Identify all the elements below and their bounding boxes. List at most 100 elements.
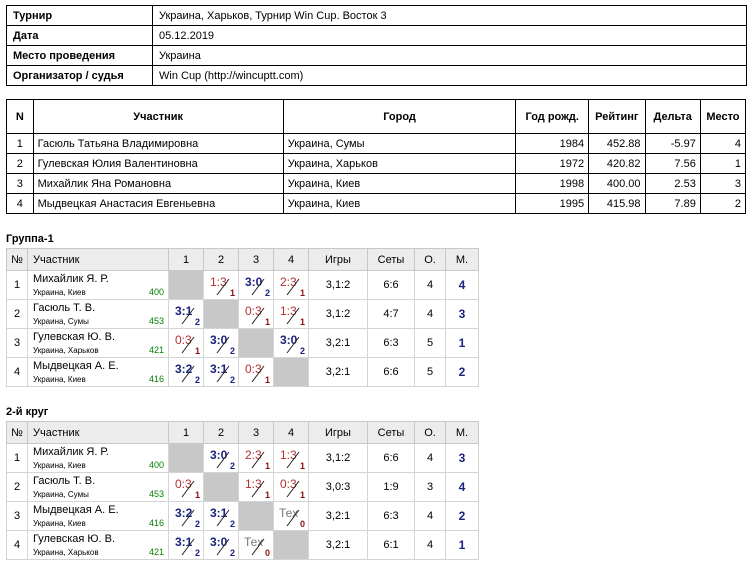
match-result-cell: 0:3 1 xyxy=(238,357,274,387)
col-header-city: Город xyxy=(282,99,517,134)
player-city: Украина, Сумы xyxy=(33,317,89,326)
match-result-cell: 3:0 2 xyxy=(203,328,239,358)
participant-number: 1 xyxy=(6,133,34,154)
sets-result: 6:3 xyxy=(367,328,415,358)
table-row: 2 Гасюль Т. В. Украина, Сумы 453 0:3 1 1:3 1 0:3… xyxy=(6,472,479,502)
match-points: 0 xyxy=(299,519,305,529)
row-number: 3 xyxy=(6,328,28,358)
info-key: Турнир xyxy=(6,5,153,26)
col-header-1: 1 xyxy=(168,421,204,444)
col-header-delta: Дельта xyxy=(644,99,701,134)
participant-rating: 420.82 xyxy=(588,153,646,174)
participant-delta: 7.89 xyxy=(644,193,701,214)
participant-name: Гулевская Юлия Валентиновна xyxy=(32,153,284,174)
participant-name: Гасюль Татьяна Владимировна xyxy=(32,133,284,154)
table-row: 4 Мыдвецкая А. Е. Украина, Киев 416 3:2 2 3:1 2… xyxy=(6,357,479,387)
sets-result: 6:6 xyxy=(367,443,415,473)
match-points: 2 xyxy=(229,461,235,471)
participant-city: Украина, Киев xyxy=(282,193,517,214)
info-value: Win Cup (http://wincuptt.com) xyxy=(152,65,747,86)
player-city: Украина, Сумы xyxy=(33,490,89,499)
table-row: 4 Мыдвецкая Анастасия Евгеньевна Украина, … xyxy=(6,193,747,214)
points-result: 4 xyxy=(414,270,446,300)
participant-city: Украина, Сумы xyxy=(282,133,517,154)
match-result-cell: 3:0 2 xyxy=(238,270,274,300)
match-result-cell: 1:3 1 xyxy=(238,472,274,502)
group-title: Группа-1 xyxy=(6,233,54,245)
row-number: 4 xyxy=(6,357,28,387)
slash-divider xyxy=(251,365,265,383)
slash-divider xyxy=(286,278,300,296)
match-points: 2 xyxy=(194,519,200,529)
slash-divider xyxy=(216,336,230,354)
match-result-cell: 1:3 1 xyxy=(273,443,309,473)
match-points: 2 xyxy=(194,317,200,327)
table-row: 1 Михайлик Я. Р. Украина, Киев 400 1:3 1 3:0 2 2… xyxy=(6,270,479,300)
sets-result: 6:1 xyxy=(367,530,415,560)
match-result-cell: 3:0 2 xyxy=(203,443,239,473)
slash-divider xyxy=(251,451,265,469)
match-points: 1 xyxy=(264,461,270,471)
match-result-cell: 0:3 1 xyxy=(168,472,204,502)
player-name: Мыдвецкая А. Е. xyxy=(33,360,119,372)
match-points: 1 xyxy=(299,490,305,500)
player-rating: 421 xyxy=(148,345,164,355)
col-header-participant: Участник xyxy=(27,421,169,444)
participant-rating: 400.00 xyxy=(588,173,646,194)
player-name: Мыдвецкая А. Е. xyxy=(33,504,119,516)
col-header-4: 4 xyxy=(273,421,309,444)
slash-divider xyxy=(181,480,195,498)
participant-year: 1995 xyxy=(515,193,590,214)
self-match-cell xyxy=(273,357,309,387)
match-result-cell: 3:0 2 xyxy=(273,328,309,358)
sets-result: 1:9 xyxy=(367,472,415,502)
match-result-cell: Тех 0 xyxy=(273,501,309,531)
player-rating: 400 xyxy=(148,287,164,297)
group-table-2: № Участник 1 2 3 4 Игры Сеты О. М. 1 Миха… xyxy=(6,421,479,560)
player-name: Гулевская Ю. В. xyxy=(33,331,116,343)
col-header-rating: Рейтинг xyxy=(588,99,646,134)
points-result: 4 xyxy=(414,299,446,329)
match-result-cell: 1:3 1 xyxy=(273,299,309,329)
col-header-n: N xyxy=(6,99,34,134)
row-number: 1 xyxy=(6,443,28,473)
match-points: 1 xyxy=(194,490,200,500)
slash-divider xyxy=(286,307,300,325)
sets-result: 4:7 xyxy=(367,299,415,329)
col-header-4: 4 xyxy=(273,248,309,271)
col-header-points: О. xyxy=(414,421,446,444)
participant-number: 2 xyxy=(6,153,34,174)
participant-place: 1 xyxy=(699,153,747,174)
place-result: 2 xyxy=(445,357,479,387)
col-header-num: № xyxy=(6,421,28,444)
player-cell: Мыдвецкая А. Е. Украина, Киев 416 xyxy=(27,357,169,387)
slash-divider xyxy=(286,451,300,469)
games-result: 3,2:1 xyxy=(308,357,368,387)
participant-rating: 415.98 xyxy=(588,193,646,214)
info-value: 05.12.2019 xyxy=(152,25,747,46)
col-header-games: Игры xyxy=(308,421,368,444)
match-points: 1 xyxy=(229,288,235,298)
slash-divider xyxy=(286,336,300,354)
place-result: 4 xyxy=(445,472,479,502)
games-result: 3,1:2 xyxy=(308,270,368,300)
col-header-1: 1 xyxy=(168,248,204,271)
tournament-info-table: Турнир Украина, Харьков, Турнир Win Cup.… xyxy=(6,5,747,86)
games-result: 3,2:1 xyxy=(308,530,368,560)
slash-divider xyxy=(216,278,230,296)
points-result: 4 xyxy=(414,443,446,473)
match-points: 2 xyxy=(229,346,235,356)
slash-divider xyxy=(286,509,300,527)
info-row: Организатор / судья Win Cup (http://winc… xyxy=(6,65,747,86)
match-points: 2 xyxy=(194,375,200,385)
match-result-cell: 0:3 1 xyxy=(168,328,204,358)
participant-place: 2 xyxy=(699,193,747,214)
col-header-place: М. xyxy=(445,421,479,444)
info-row: Турнир Украина, Харьков, Турнир Win Cup.… xyxy=(6,5,747,26)
slash-divider xyxy=(251,278,265,296)
row-number: 1 xyxy=(6,270,28,300)
col-header-sets: Сеты xyxy=(367,248,415,271)
player-cell: Гасюль Т. В. Украина, Сумы 453 xyxy=(27,299,169,329)
self-match-cell xyxy=(238,501,274,531)
row-number: 2 xyxy=(6,472,28,502)
